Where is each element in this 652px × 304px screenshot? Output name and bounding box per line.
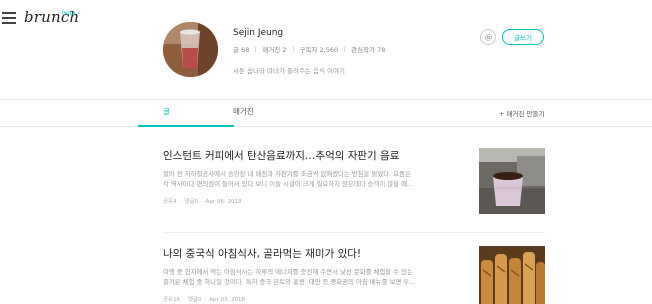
make-magazine-link[interactable]: + 매거진 만들기: [499, 108, 544, 118]
tabs-divider: [0, 126, 652, 127]
tab-posts[interactable]: 글: [163, 106, 170, 117]
article-excerpt: 여행 중 현지에서 먹는 아침식사는 하루의 에너지를 충전해 주면서 낯선 문…: [163, 268, 416, 286]
gear-icon: [484, 33, 492, 41]
author-bio: 서툰 솜나라 마녀가 들려주는 음식 이야기: [233, 67, 345, 75]
author-name: Sejin Jeung: [233, 28, 284, 38]
article-divider: [163, 232, 545, 233]
article-excerpt: 얼마 전 지하철공사에서 승강장 내 매점과 자판기를 조금씩 없애겠다는 방침…: [163, 170, 414, 188]
stat-posts[interactable]: 글 68: [233, 44, 249, 54]
divider: [0, 99, 652, 100]
article-thumbnail[interactable]: [479, 246, 545, 304]
stat-following[interactable]: 관심작가 78: [351, 44, 385, 54]
tab-magazine[interactable]: 매거진: [233, 106, 254, 117]
menu-icon[interactable]: [2, 12, 16, 24]
author-stats: 글 68 매거진 2 구독자 2,560 관심작가 78: [233, 44, 385, 54]
article-item[interactable]: 나의 중국식 아침식사, 골라먹는 재미가 있다! 여행 중 현지에서 먹는 아…: [163, 246, 545, 304]
article-thumbnail[interactable]: [479, 148, 545, 214]
write-button[interactable]: 글쓰기: [502, 29, 544, 45]
stat-magazines[interactable]: 매거진 2: [262, 44, 286, 54]
stat-subscribers[interactable]: 구독자 2,560: [300, 44, 339, 54]
settings-button[interactable]: [480, 29, 496, 45]
avatar[interactable]: [163, 22, 218, 77]
article-item[interactable]: 인스턴트 커피에서 탄산음료까지…추억의 자판기 음료 얼마 전 지하철공사에서…: [163, 148, 545, 214]
active-tab-indicator: [138, 125, 234, 127]
beta-badge: beta: [62, 10, 76, 17]
